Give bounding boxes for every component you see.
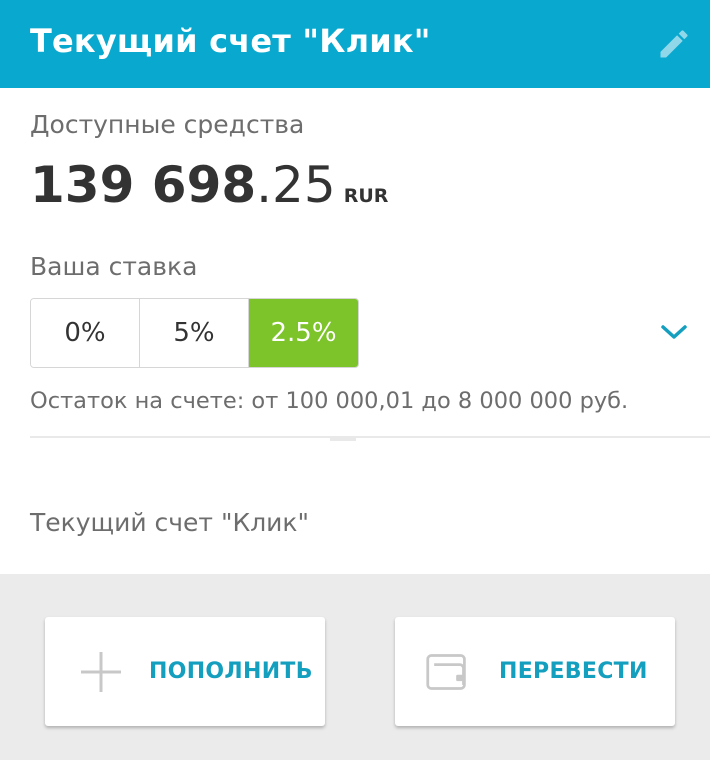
available-balance: 139 698.25 RUR — [30, 156, 388, 214]
balance-integer: 139 698 — [30, 156, 257, 214]
topup-button[interactable]: ПОПОЛНИТЬ — [45, 617, 325, 726]
rate-option-2-5[interactable]: 2.5% — [249, 299, 358, 367]
rate-label: Ваша ставка — [30, 252, 198, 281]
chevron-down-icon — [661, 325, 687, 339]
plus-icon — [79, 650, 123, 694]
pencil-icon — [660, 30, 688, 58]
balance-currency: RUR — [343, 185, 389, 207]
drag-handle[interactable] — [330, 438, 356, 441]
wallet-icon — [425, 650, 469, 694]
app-header: Текущий счет "Клик" — [0, 0, 710, 88]
available-funds-label: Доступные средства — [30, 110, 305, 139]
rate-option-0[interactable]: 0% — [31, 299, 140, 367]
account-name: Текущий счет "Клик" — [30, 508, 310, 537]
divider — [30, 436, 710, 438]
transfer-button[interactable]: ПЕРЕВЕСТИ — [395, 617, 675, 726]
page-title: Текущий счет "Клик" — [30, 22, 431, 60]
actions-panel: ПОПОЛНИТЬ ПЕРЕВЕСТИ — [0, 574, 710, 760]
edit-button[interactable] — [652, 24, 696, 64]
balance-decimal: .25 — [256, 156, 336, 214]
topup-label: ПОПОЛНИТЬ — [149, 659, 313, 684]
rate-option-5[interactable]: 5% — [140, 299, 249, 367]
expand-button[interactable] — [656, 316, 692, 350]
balance-range-info: Остаток на счете: от 100 000,01 до 8 000… — [30, 388, 629, 414]
rate-selector: 0% 5% 2.5% — [30, 298, 359, 368]
transfer-label: ПЕРЕВЕСТИ — [499, 659, 648, 684]
